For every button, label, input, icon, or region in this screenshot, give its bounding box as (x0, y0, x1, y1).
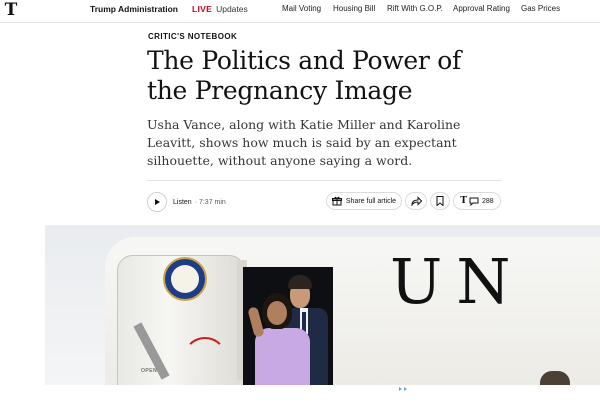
nav-link-approval-rating[interactable]: Approval Rating (453, 4, 510, 13)
article-summary: Usha Vance, along with Katie Miller and … (147, 117, 461, 168)
nyt-logo[interactable]: T (3, 0, 19, 20)
listen-duration: · 7:37 min (194, 198, 226, 206)
comment-icon (469, 197, 479, 206)
nav-section-trump-administration[interactable]: Trump Administration (90, 4, 178, 14)
live-badge: LIVE (192, 4, 213, 14)
ad-choices-icon[interactable] (398, 386, 410, 392)
vice-president-seal-icon (163, 257, 207, 301)
listen-control[interactable]: Listen · 7:37 min (147, 192, 226, 212)
door-open-label: OPEN (141, 368, 158, 374)
share-full-article-button[interactable]: Share full article (326, 192, 402, 210)
updates-label: Updates (216, 4, 248, 14)
seal-center (171, 265, 199, 293)
nav-link-housing-bill[interactable]: Housing Bill (333, 4, 375, 13)
share-button[interactable] (405, 192, 427, 210)
woman-face (267, 301, 287, 325)
bookmark-icon (436, 196, 444, 206)
divider (147, 180, 502, 181)
aircraft-lettering: UN (390, 245, 525, 318)
comments-button[interactable]: T 288 (453, 192, 501, 210)
nav-link-mail-voting[interactable]: Mail Voting (282, 4, 321, 13)
listen-label: Listen (173, 198, 192, 206)
woman-figure (255, 328, 310, 385)
gift-icon (331, 196, 342, 206)
comment-count: 288 (482, 197, 494, 205)
nav-link-rift-with-gop[interactable]: Rift With G.O.P. (387, 4, 443, 13)
bottom-strip (0, 387, 600, 410)
door-arrow-marking (183, 337, 227, 381)
article-headline: The Politics and Power of the Pregnancy … (147, 46, 461, 105)
background-figure (540, 371, 570, 385)
nav-live-updates-link[interactable]: LIVE Updates (192, 4, 248, 14)
article-kicker[interactable]: CRITIC'S NOTEBOOK (148, 32, 237, 41)
share-full-article-label: Share full article (345, 197, 397, 205)
save-bookmark-button[interactable] (430, 192, 450, 210)
man-hair (288, 275, 312, 289)
play-icon (155, 199, 160, 205)
share-icon (410, 196, 422, 206)
hero-image: UN OPEN (45, 225, 600, 385)
top-navigation-bar: T Trump Administration LIVE Updates Mail … (0, 0, 600, 23)
nav-link-gas-prices[interactable]: Gas Prices (521, 4, 560, 13)
nyt-t-icon: T (460, 196, 467, 206)
play-button[interactable] (147, 192, 167, 212)
